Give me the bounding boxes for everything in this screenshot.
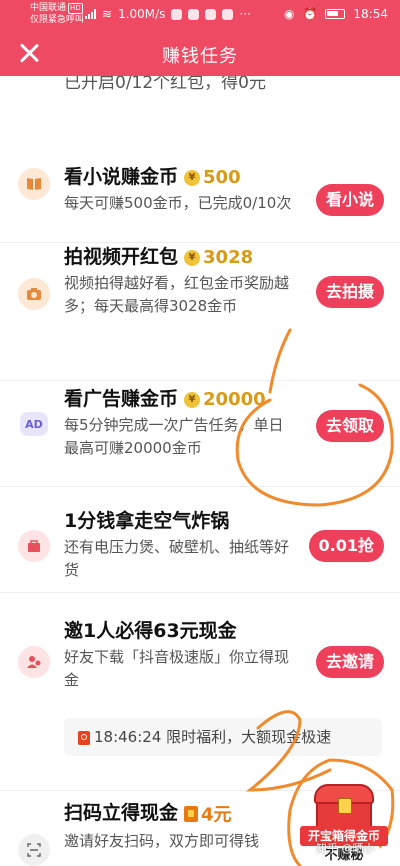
book-icon [18, 168, 50, 200]
task-desc: 邀请好友扫码，双方即可得钱 [64, 832, 260, 850]
task-title: 1分钱拿走空气炸锅 [64, 510, 230, 532]
task-title: 拍视频开红包 [64, 246, 179, 268]
invite-button[interactable]: 去邀请 [315, 646, 384, 678]
camera-icon [18, 278, 50, 310]
task-name: 扫码立得现金 4元 [64, 798, 232, 827]
task-name: 邀1人必得63元现金 [64, 616, 237, 643]
cloud-icon [188, 8, 200, 20]
watch-ad-button[interactable]: 去领取 [315, 410, 384, 442]
treasure-chest-icon [314, 784, 374, 830]
countdown-text: 限时福利，大额现金极速 [166, 728, 332, 746]
net-speed: 1.00M/s [118, 7, 166, 21]
countdown-time: 18:46:24 [94, 728, 162, 746]
task-desc: 好友下载「抖音极速版」你立得现金 [64, 648, 290, 689]
coin-icon: ¥ [184, 249, 201, 266]
task-name: 看广告赚金币 ¥20000 [64, 384, 266, 411]
shopping-bag-icon [18, 530, 50, 562]
task-list[interactable]: 已开启0/12个红包，得0元 看小说赚金币 ¥500 每天可赚500金币，已完成0… [0, 76, 400, 866]
shoot-video-button[interactable]: 去拍摄 [315, 276, 384, 308]
hd-badge: HD [68, 3, 83, 14]
page-title: 赚钱任务 [162, 46, 238, 67]
task-desc: 视频拍得越好看，红包金币奖励越多；每天最高得3028金币 [64, 274, 290, 315]
one-cent-grab-button[interactable]: 0.01抢 [308, 530, 384, 562]
task-desc: 每5分钟完成一次广告任务，单日最高可赚20000金币 [64, 416, 284, 457]
task-reward: 4元 [201, 804, 232, 826]
task-name: 拍视频开红包 ¥3028 [64, 242, 253, 269]
clock-time: 18:54 [353, 7, 388, 21]
read-novel-button[interactable]: 看小说 [315, 184, 384, 216]
task-name: 1分钱拿走空气炸锅 [64, 506, 229, 533]
more-dots-icon: ··· [239, 7, 251, 21]
alarm-icon: ⏰ [302, 7, 318, 21]
coin-icon: ¥ [184, 169, 201, 186]
coin-box-icon [184, 805, 199, 822]
carrier-info: 中国联通 HD 仅限紧急呼叫 [30, 2, 84, 26]
emergency-only: 仅限紧急呼叫 [30, 15, 85, 25]
battery-icon [325, 9, 346, 19]
status-right: ◉ ⏰ 18:54 [284, 7, 388, 21]
message-icon [222, 8, 234, 20]
task-reward: 20000 [203, 389, 266, 410]
signal-icon [85, 9, 96, 19]
invite-user-icon [18, 646, 50, 678]
wifi-icon: ≋ [102, 7, 113, 21]
app-notification-icon [171, 8, 183, 20]
task-desc: 还有电压力煲、破壁机、抽纸等好货 [64, 538, 290, 579]
watermark: 知乎 @晒小 [316, 842, 375, 855]
ad-icon: AD [20, 412, 48, 436]
title-bar: 赚钱任务 [0, 30, 400, 76]
task-row-shoot-video: 拍视频开红包 ¥3028 视频拍得越好看，红包金币奖励越多；每天最高得3028金币… [0, 242, 400, 381]
clock-icon [78, 730, 90, 745]
task-row-invite: 邀1人必得63元现金 好友下载「抖音极速版」你立得现金 去邀请 [0, 592, 400, 791]
eye-icon: ◉ [283, 7, 295, 21]
scan-icon [18, 834, 50, 866]
countdown-banner[interactable]: 18:46:24 限时福利，大额现金极速 [64, 718, 382, 756]
task-row-watch-ad: AD 看广告赚金币 ¥20000 每5分钟完成一次广告任务，单日最高可赚20000… [0, 380, 400, 487]
task-desc: 每天可赚500金币，已完成0/10次 [64, 194, 292, 212]
ad-icon-text: AD [25, 417, 43, 431]
chat-icon [205, 8, 217, 20]
task-row-air-fryer: 1分钱拿走空气炸锅 还有电压力煲、破壁机、抽纸等好货 0.01抢 [0, 486, 400, 593]
status-bar: 中国联通 HD 仅限紧急呼叫 ≋ 1.00M/s ··· ◉ ⏰ 18:54 [0, 0, 400, 30]
task-title: 看小说赚金币 [64, 166, 179, 188]
coin-icon: ¥ [184, 391, 201, 408]
carrier-name: 中国联通 [30, 3, 67, 13]
task-title: 看广告赚金币 [64, 388, 179, 410]
partial-row-text: 已开启0/12个红包，得0元 [64, 76, 266, 93]
status-indicators: ≋ 1.00M/s ··· [85, 7, 251, 21]
task-reward: 3028 [203, 247, 254, 268]
task-title: 扫码立得现金 [64, 802, 179, 824]
task-row-read-novel: 看小说赚金币 ¥500 每天可赚500金币，已完成0/10次 看小说 [0, 110, 400, 243]
task-name: 看小说赚金币 ¥500 [64, 162, 241, 189]
task-reward: 500 [203, 167, 241, 188]
task-title: 邀1人必得63元现金 [64, 620, 237, 642]
